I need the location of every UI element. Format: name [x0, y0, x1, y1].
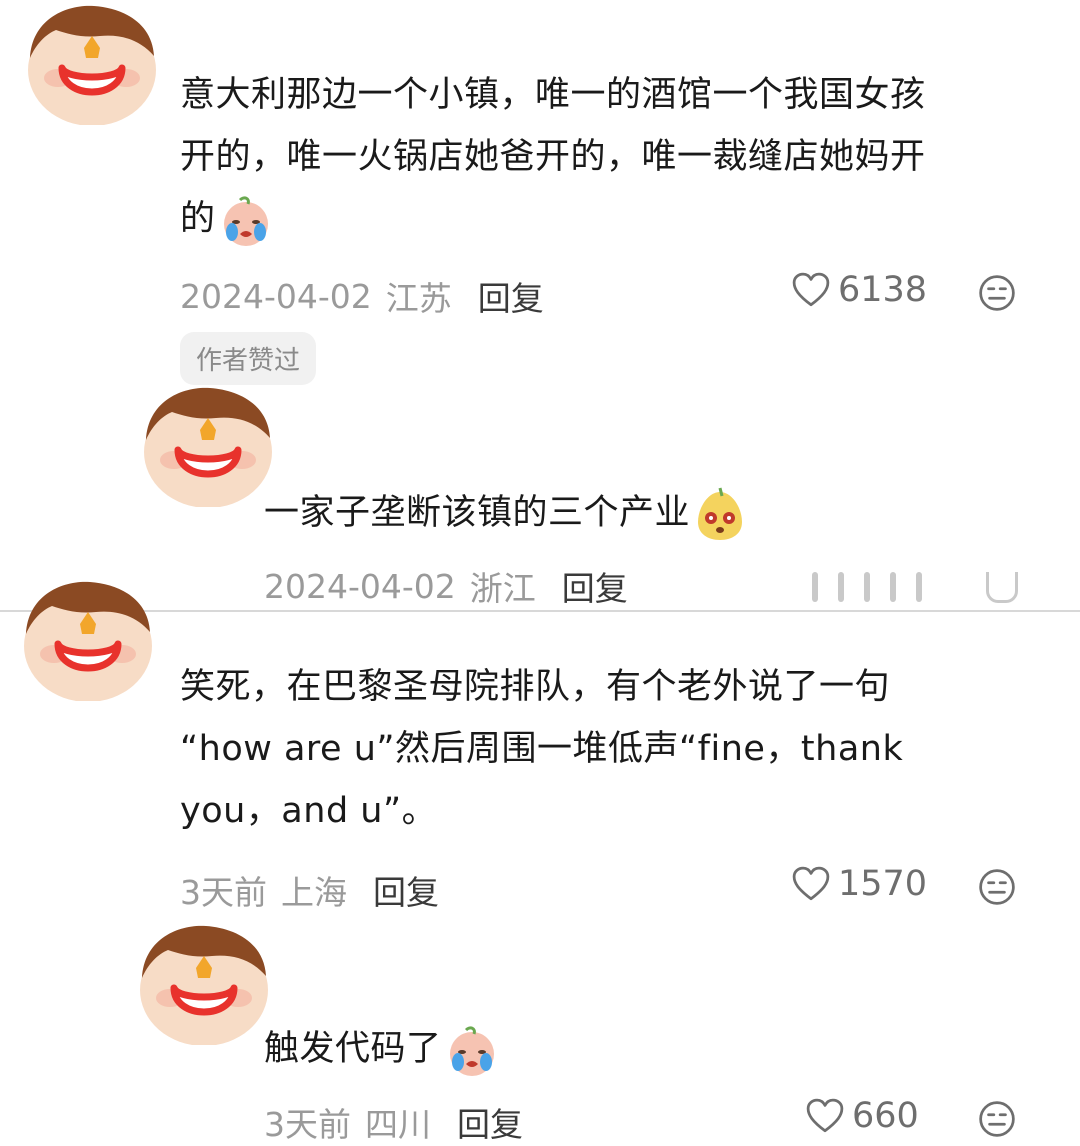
comment-date: 2024-04-02: [264, 566, 456, 606]
comment-meta: 2024-04-02 江苏 回复: [180, 272, 544, 320]
avatar[interactable]: [138, 382, 278, 507]
screenshot-seam: [0, 610, 1080, 612]
comment-text: 触发代码了: [264, 1018, 1044, 1080]
reply-button[interactable]: 回复: [373, 866, 439, 914]
neutral-face-icon: [979, 275, 1015, 311]
comment-location: 四川: [365, 1105, 431, 1144]
reply-button[interactable]: 回复: [457, 1098, 523, 1146]
crying-peach-emoji: [448, 1026, 496, 1078]
like-count: 660: [852, 1096, 919, 1136]
comment-text: 笑死，在巴黎圣母院排队，有个老外说了一句 “how are u”然后周围一堆低声…: [180, 667, 904, 831]
like-count: 6138: [838, 270, 928, 310]
comment-date: 3天前: [264, 1105, 351, 1144]
comment-date: 2024-04-02: [180, 276, 372, 316]
comment-location: 浙江: [469, 569, 536, 608]
heart-icon: [806, 1098, 844, 1133]
cropped-dislike-icon: [986, 572, 1018, 603]
comment-date: 3天前: [180, 873, 267, 912]
dislike-button[interactable]: [978, 1100, 1016, 1142]
neutral-face-icon: [979, 1101, 1015, 1137]
neutral-face-icon: [979, 869, 1015, 905]
like-button[interactable]: 1570: [792, 864, 927, 904]
dislike-button[interactable]: [978, 868, 1016, 910]
comment-text: 一家子垄断该镇的三个产业: [264, 482, 1044, 544]
comment-meta: 2024-04-02 浙江 回复: [264, 562, 628, 610]
comment-location: 上海: [281, 873, 347, 912]
avatar[interactable]: [134, 920, 274, 1045]
like-button[interactable]: 6138: [792, 270, 927, 310]
pear-face-emoji: [696, 486, 744, 542]
avatar[interactable]: [18, 576, 158, 701]
dislike-button[interactable]: [978, 274, 1016, 316]
author-liked-badge: 作者赞过: [180, 332, 317, 385]
avatar[interactable]: [22, 0, 162, 125]
reply-button[interactable]: 回复: [562, 562, 628, 610]
crying-peach-emoji: [222, 196, 270, 248]
heart-icon: [792, 272, 830, 307]
comment-text: 意大利那边一个小镇，唯一的酒馆一个我国女孩 开的，唯一火锅店她爸开的，唯一裁缝店…: [180, 64, 1060, 250]
like-count: 1570: [838, 864, 928, 904]
comment-meta: 3天前 上海 回复: [180, 866, 439, 914]
like-button[interactable]: 660: [806, 1096, 919, 1136]
comment-location: 江苏: [385, 279, 452, 318]
reply-button[interactable]: 回复: [478, 272, 544, 320]
heart-icon: [792, 866, 830, 901]
cropped-like-area: [812, 572, 922, 602]
comment-meta: 3天前 四川 回复: [264, 1098, 523, 1146]
